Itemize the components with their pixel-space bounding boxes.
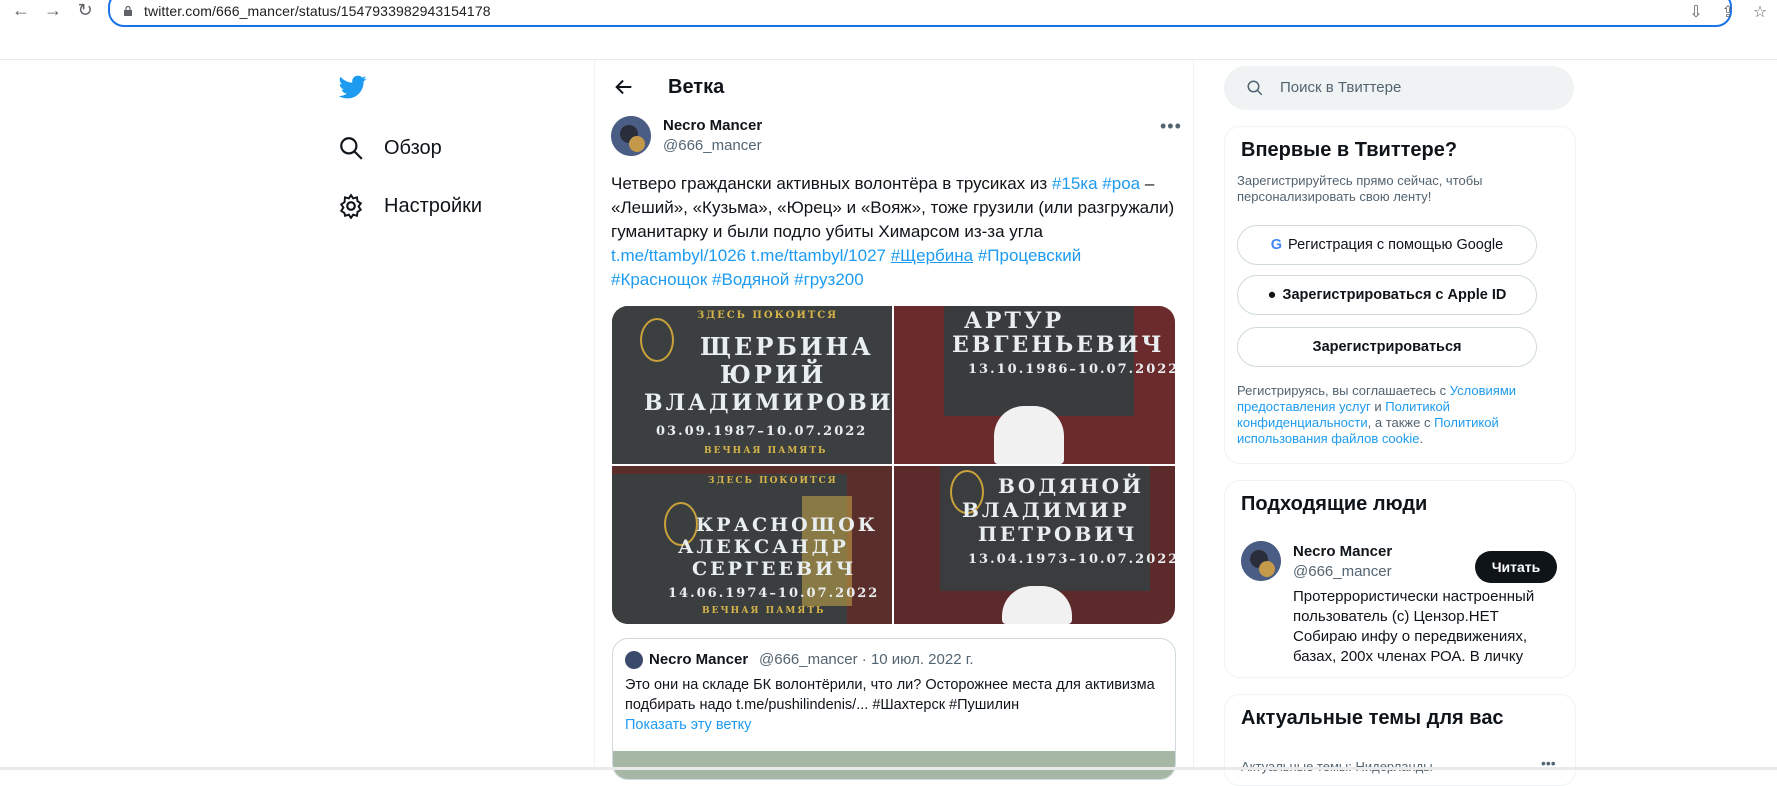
more-options-icon[interactable]: •••: [1160, 116, 1182, 137]
lock-icon: [124, 6, 132, 16]
photo-line: ВЛАДИМИРОВИЧ: [644, 390, 892, 416]
button-label: Зарегистрироваться с Apple ID: [1282, 287, 1507, 303]
photo-line: ВЛАДИМИР: [962, 498, 1130, 522]
photo-caption-small: ВЕЧНАЯ ПАМЯТЬ: [704, 446, 828, 456]
terms-part: .: [1419, 431, 1424, 446]
suggested-user-name[interactable]: Necro Mancer: [1293, 543, 1392, 560]
suggested-user-handle[interactable]: @666_mancer: [1293, 563, 1392, 580]
back-arrow-icon[interactable]: [613, 76, 635, 98]
trends-card: Актуальные темы для вас Актуальные темы:…: [1224, 694, 1576, 786]
author-name[interactable]: Necro Mancer: [663, 117, 762, 134]
photo-line: КРАСНОЩОК: [696, 514, 879, 536]
photo-line: ЮРИЙ: [720, 360, 827, 389]
photo-caption-small: ВЕЧНАЯ ПАМЯТЬ: [702, 606, 826, 616]
arrow-left-icon[interactable]: ←: [10, 0, 32, 22]
quote-media: [613, 751, 1175, 779]
photo-2[interactable]: АРТУР ЕВГЕНЬЕВИЧ 13.10.1986–10.07.2022: [894, 306, 1175, 464]
suggested-user-bio: Протеррористически настроенный пользоват…: [1293, 588, 1535, 665]
photo-line: АЛЕКСАНДР: [678, 536, 849, 558]
hashtag-link[interactable]: #Краснощок: [611, 270, 707, 289]
photo-dates: 13.10.1986–10.07.2022: [968, 362, 1175, 377]
tweet-text: Четверо граждански активных волонтёра в …: [611, 172, 1181, 292]
twitter-logo-icon[interactable]: [338, 73, 368, 101]
terms-part: , а также с: [1367, 415, 1435, 430]
google-icon: G: [1270, 237, 1283, 253]
who-to-follow-card: Подходящие люди Necro Mancer @666_mancer…: [1224, 480, 1576, 678]
ribbon: [994, 406, 1064, 464]
hashtag-link[interactable]: #груз200: [794, 270, 864, 289]
photo-dates: 14.06.1974–10.07.2022: [668, 586, 880, 601]
url-text: twitter.com/666_mancer/status/1547933982…: [144, 3, 491, 19]
star-icon[interactable]: ☆: [1750, 2, 1770, 22]
follow-button[interactable]: Читать: [1475, 551, 1557, 583]
photo-dates: 03.09.1987–10.07.2022: [656, 424, 868, 439]
quote-text: Это они на складе БК волонтёрили, что ли…: [625, 677, 1155, 713]
emblem-icon: [640, 318, 674, 362]
nav-item-label: Настройки: [384, 194, 483, 217]
address-bar[interactable]: twitter.com/666_mancer/status/1547933982…: [108, 0, 1732, 27]
avatar[interactable]: [611, 116, 651, 156]
photo-line: ЕВГЕНЬЕВИЧ: [952, 332, 1165, 358]
hashtag-link[interactable]: #Водяной: [712, 270, 789, 289]
signup-subtitle: Зарегистрируйтесь прямо сейчас, чтобы пе…: [1237, 173, 1483, 204]
photo-line: ЩЕРБИНА: [700, 332, 874, 361]
photo-1[interactable]: ЗДЕСЬ ПОКОИТСЯ ЩЕРБИНА ЮРИЙ ВЛАДИМИРОВИЧ…: [612, 306, 892, 464]
photo-4[interactable]: ВОДЯНОЙ ВЛАДИМИР ПЕТРОВИЧ 13.04.1973–10.…: [894, 466, 1175, 624]
column-header: Ветка: [595, 60, 1193, 114]
photo-grid: ЗДЕСЬ ПОКОИТСЯ ЩЕРБИНА ЮРИЙ ВЛАДИМИРОВИЧ…: [612, 306, 1175, 624]
ribbon: [1002, 586, 1072, 624]
button-label: Зарегистрироваться: [1312, 339, 1462, 355]
url-link[interactable]: t.me/ttambyl/1026: [611, 246, 746, 265]
signup-card: Впервые в Твиттере? Зарегистрируйтесь пр…: [1224, 126, 1576, 464]
show-thread-link[interactable]: Показать эту ветку: [625, 717, 751, 733]
page-title: Ветка: [668, 76, 725, 98]
google-signup-button[interactable]: G Регистрация с помощью Google: [1237, 225, 1537, 265]
search-placeholder: Поиск в Твиттере: [1280, 79, 1402, 96]
photo-line: ПЕТРОВИЧ: [978, 522, 1138, 546]
terms-text: Регистрируясь, вы соглашаетесь с Условия…: [1237, 383, 1527, 447]
url-link[interactable]: t.me/ttambyl/1027: [751, 246, 886, 265]
quote-author-name: Necro Mancer: [649, 651, 749, 668]
trends-title: Актуальные темы для вас: [1241, 707, 1504, 729]
photo-dates: 13.04.1973–10.07.2022: [968, 552, 1175, 567]
hashtag-link[interactable]: #Щербина: [891, 246, 973, 265]
share-icon[interactable]: ⇪: [1718, 2, 1738, 22]
quoted-tweet[interactable]: Necro Mancer @666_mancer · 10 июл. 2022 …: [612, 638, 1176, 780]
photo-line: АРТУР: [964, 308, 1065, 334]
arrow-right-icon[interactable]: →: [42, 0, 64, 22]
photo-3[interactable]: ЗДЕСЬ ПОКОИТСЯ КРАСНОЩОК АЛЕКСАНДР СЕРГЕ…: [612, 466, 892, 624]
avatar: [625, 651, 643, 669]
signup-title: Впервые в Твиттере?: [1241, 139, 1458, 161]
main-column: Ветка Necro Mancer @666_mancer ••• Четве…: [594, 60, 1194, 780]
apple-signup-button[interactable]: ● Зарегистрироваться с Apple ID: [1237, 275, 1537, 315]
terms-part: Регистрируясь, вы соглашаетесь с: [1237, 383, 1450, 398]
apple-icon: ●: [1267, 287, 1277, 303]
browser-toolbar: ← → ↻ twitter.com/666_mancer/status/1547…: [0, 0, 1777, 27]
gear-icon: [339, 193, 363, 219]
reload-icon[interactable]: ↻: [74, 0, 96, 22]
tweet-text-part: Четверо граждански активных волонтёра в …: [611, 174, 1052, 193]
photo-line: СЕРГЕЕВИЧ: [692, 558, 857, 580]
who-to-follow-title: Подходящие люди: [1241, 493, 1428, 515]
nav-item-label: Обзор: [384, 136, 442, 159]
hashtag-link[interactable]: #15ка: [1052, 174, 1098, 193]
terms-part: и: [1370, 399, 1386, 414]
quote-meta: @666_mancer · 10 июл. 2022 г.: [759, 651, 974, 668]
photo-line: ВОДЯНОЙ: [998, 474, 1144, 498]
search-input[interactable]: Поиск в Твиттере: [1224, 66, 1574, 110]
hashtag-link[interactable]: #роа: [1102, 174, 1140, 193]
search-icon: [340, 137, 363, 160]
author-handle[interactable]: @666_mancer: [663, 137, 762, 154]
photo-caption-small: ЗДЕСЬ ПОКОИТСЯ: [708, 476, 838, 486]
search-icon: [1247, 80, 1263, 96]
hashtag-link[interactable]: #Процевский: [978, 246, 1081, 265]
avatar[interactable]: [1241, 541, 1281, 581]
nav-item-explore[interactable]: Обзор: [338, 131, 442, 165]
signup-button[interactable]: Зарегистрироваться: [1237, 327, 1537, 367]
button-label: Регистрация с помощью Google: [1288, 237, 1504, 253]
install-icon[interactable]: ⇩: [1686, 2, 1706, 22]
nav-item-settings[interactable]: Настройки: [338, 189, 482, 223]
photo-caption-small: ЗДЕСЬ ПОКОИТСЯ: [697, 310, 839, 321]
